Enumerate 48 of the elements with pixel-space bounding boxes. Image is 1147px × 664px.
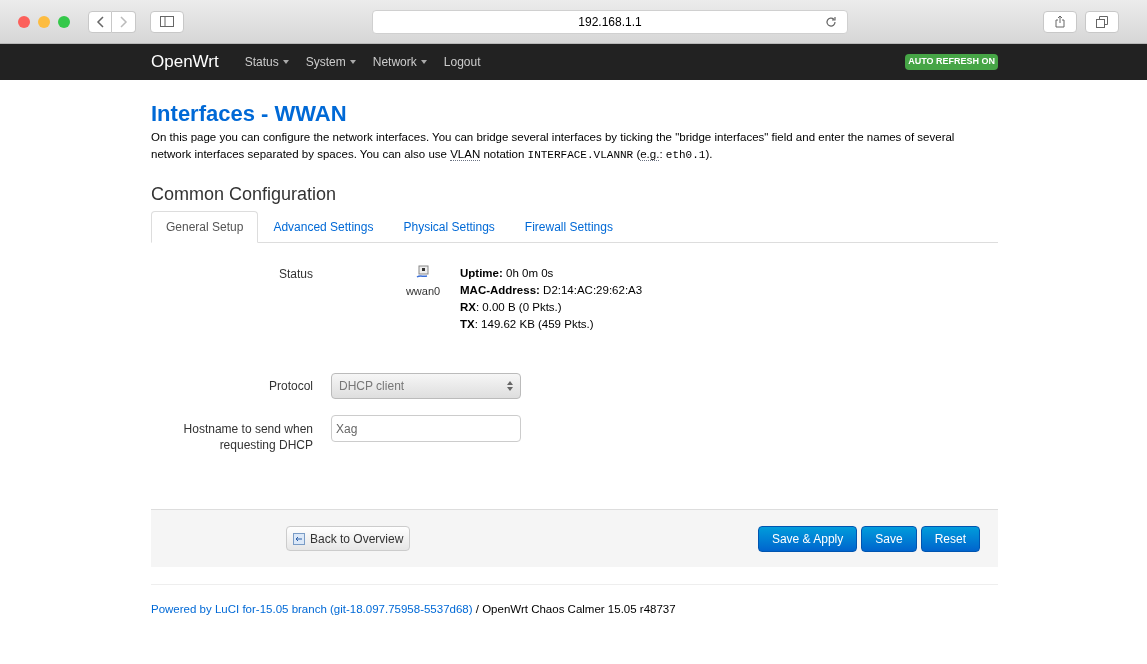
status-line: MAC-Address: D2:14:AC:29:62:A3 — [460, 283, 643, 298]
status-line: TX: 149.62 KB (459 Pkts.) — [460, 317, 595, 332]
close-window-icon[interactable] — [18, 15, 30, 28]
hostname-field[interactable]: Xag — [331, 415, 521, 442]
protocol-select[interactable]: DHCP client — [331, 373, 521, 399]
back-button[interactable] — [88, 10, 112, 33]
luci-link[interactable]: Powered by LuCI for-15.05 branch (git-18.097.75958-5537d68) — [151, 603, 473, 615]
caret-icon — [349, 60, 356, 64]
field-label: Protocol — [267, 378, 313, 395]
chevron-right-icon — [119, 15, 128, 28]
section-title: Common Configuration — [151, 183, 338, 206]
network-device-icon — [416, 265, 430, 279]
status-line: RX: 0.00 B (0 Pkts.) — [460, 300, 563, 315]
action-button[interactable]: Save — [861, 525, 917, 552]
minimize-window-icon[interactable] — [38, 15, 50, 28]
reload-icon[interactable] — [825, 15, 837, 28]
share-icon — [1055, 15, 1065, 28]
zoom-window-icon[interactable] — [58, 15, 70, 28]
footer-text: / OpenWrt Chaos Calmer 15.05 r48737 — [474, 603, 676, 615]
sidebar-icon — [160, 16, 174, 27]
address-field[interactable]: 192.168.1.1 — [372, 9, 848, 34]
field-label: Status — [277, 266, 313, 283]
nav-menu-item[interactable]: Status — [244, 53, 289, 71]
tab[interactable]: Physical Settings — [388, 211, 510, 242]
brand-logo[interactable]: OpenWrt — [151, 49, 219, 75]
nav-menu-item[interactable]: System — [305, 53, 356, 71]
select-arrows-icon — [507, 381, 513, 391]
action-button[interactable]: Reset — [920, 525, 980, 552]
tabs-button[interactable] — [1085, 10, 1119, 33]
tabs-icon — [1096, 15, 1108, 28]
page-title: Interfaces - WWAN — [151, 100, 348, 128]
nav-menu-item[interactable]: Logout — [443, 53, 481, 71]
field-label: Hostname to send when requesting DHCP — [182, 421, 313, 453]
sidebar-button[interactable] — [150, 10, 184, 33]
tab[interactable]: Firewall Settings — [509, 211, 628, 242]
tab[interactable]: General Setup — [151, 211, 259, 243]
caret-icon — [282, 60, 289, 64]
back-to-overview-button[interactable]: Back to Overview — [286, 526, 411, 551]
forward-button[interactable] — [112, 10, 136, 33]
tab[interactable]: Advanced Settings — [258, 211, 389, 242]
share-button[interactable] — [1043, 10, 1077, 33]
device-name: wwan0 — [405, 284, 441, 299]
chevron-left-icon — [96, 15, 104, 28]
caret-icon — [420, 60, 427, 64]
nav-menu-item[interactable]: Network — [372, 53, 427, 71]
description-text: On this page you can configure the network interfaces. You can bridge several interfaces by ticking the "bridge interfaces" field and enter the names of several network interfaces separated by spaces. You can also use VLAN notation INTERFACE.VLANNR (e.g.: eth0.1). — [151, 130, 956, 163]
status-line: Uptime: 0h 0m 0s — [460, 266, 555, 281]
action-button[interactable]: Save & Apply — [757, 525, 858, 552]
